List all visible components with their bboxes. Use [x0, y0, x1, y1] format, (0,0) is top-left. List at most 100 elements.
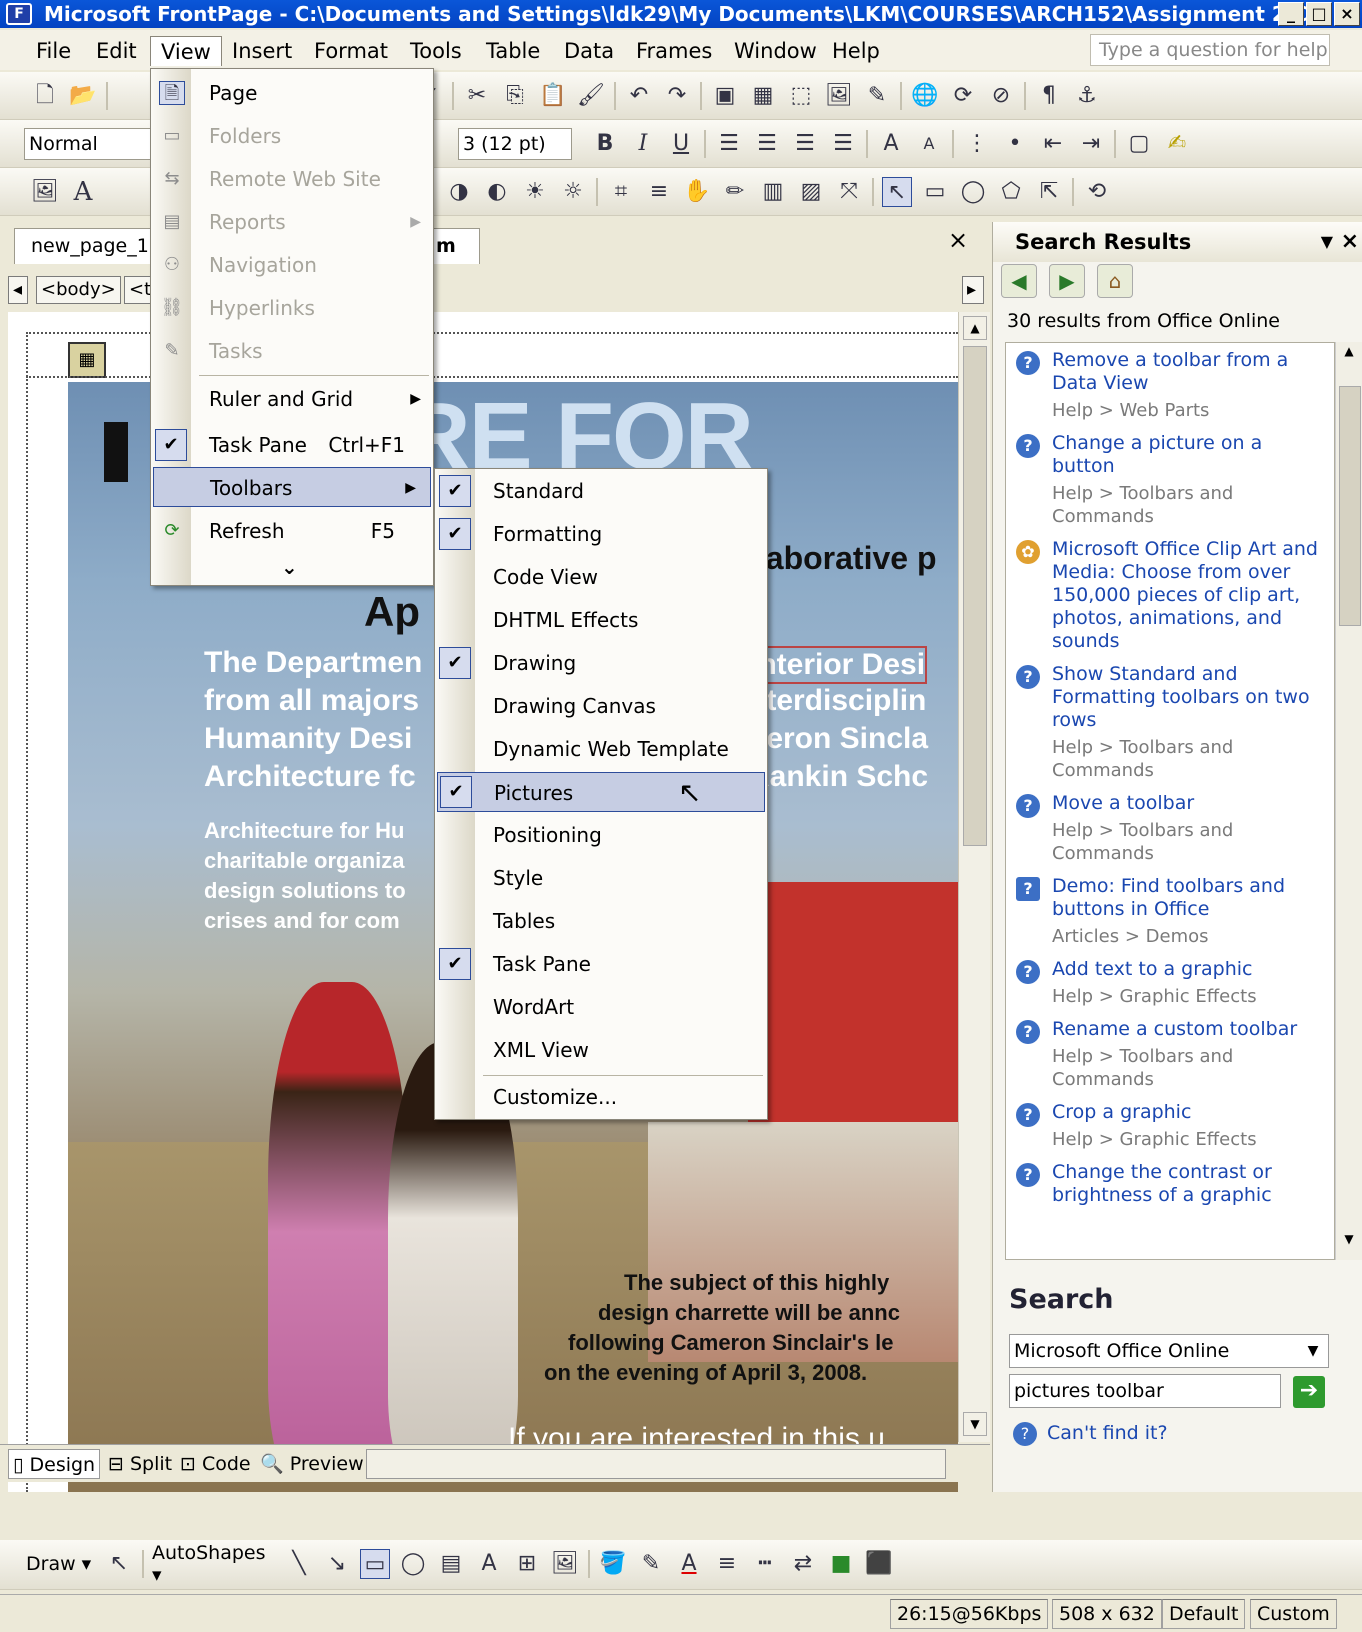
toolbar-item-drawing-canvas[interactable]: Drawing Canvas [435, 686, 769, 726]
toolbar-item-standard[interactable]: ✔ Standard [435, 471, 769, 511]
result-title[interactable]: Remove a toolbar from a Data View [1052, 349, 1326, 395]
results-scrollbar[interactable]: ▲ ▼ [1335, 342, 1362, 1260]
line-icon[interactable]: ╲ [284, 1549, 314, 1579]
format-painter-icon[interactable]: 🖌 [576, 81, 606, 111]
home-icon[interactable]: ⌂ [1097, 264, 1133, 298]
result-title[interactable]: Add text to a graphic [1052, 958, 1326, 981]
result-item[interactable]: ✿ Microsoft Office Clip Art and Media: Ch… [1006, 532, 1334, 657]
toolbar-item-drawing[interactable]: ✔ Drawing [435, 643, 769, 683]
cut-icon[interactable]: ✂ [462, 81, 492, 111]
scroll-up-icon[interactable]: ▲ [963, 316, 987, 340]
less-contrast-icon[interactable]: ◐ [482, 177, 512, 207]
redo-icon[interactable]: ↷ [662, 81, 692, 111]
insert-table-icon[interactable]: ▦ [748, 81, 778, 111]
menu-tools[interactable]: Tools [400, 36, 472, 66]
menu-expand-button[interactable]: ⌄ [151, 547, 435, 587]
menu-view[interactable]: View [150, 36, 222, 66]
toolbar-item-style[interactable]: Style [435, 858, 769, 898]
web-component-icon[interactable]: ▣ [710, 81, 740, 111]
menu-item-remote-web-site[interactable]: ⇆ Remote Web Site [151, 159, 435, 199]
menu-item-page[interactable]: 🗎 Page [151, 73, 435, 113]
select-objects-icon[interactable]: ↖ [104, 1549, 134, 1579]
oval-icon[interactable]: ◯ [398, 1549, 428, 1579]
toolbar-item-tables[interactable]: Tables [435, 901, 769, 941]
result-item[interactable]: ? Show Standard and Formatting toolbars o… [1006, 657, 1334, 786]
line-style-icon[interactable]: ≡ [712, 1549, 742, 1579]
resample-icon[interactable]: ⤧ [834, 177, 864, 207]
result-title[interactable]: Move a toolbar [1052, 792, 1326, 815]
result-title[interactable]: Rename a custom toolbar [1052, 1018, 1326, 1041]
result-title[interactable]: Show Standard and Formatting toolbars on… [1052, 663, 1326, 732]
menu-help[interactable]: Help [822, 36, 890, 66]
font-color-icon[interactable]: A [674, 1549, 704, 1579]
menu-file[interactable]: File [26, 36, 81, 66]
color-icon[interactable]: ▥ [758, 177, 788, 207]
scroll-thumb[interactable] [1339, 386, 1361, 626]
stop-icon[interactable]: ⊘ [986, 81, 1016, 111]
less-brightness-icon[interactable]: ☼ [558, 177, 588, 207]
font-size-dropdown[interactable]: 3 (12 pt) [458, 128, 572, 160]
tag-scroll-right-icon[interactable]: ▸ [962, 276, 984, 304]
result-item[interactable]: ? Demo: Find toolbars and buttons in Offi… [1006, 869, 1334, 952]
search-input[interactable]: pictures toolbar [1009, 1374, 1281, 1408]
align-right-icon[interactable]: ☰ [790, 129, 820, 159]
task-pane-close-icon[interactable]: × [1341, 222, 1359, 262]
toolbar-item-xml-view[interactable]: XML View [435, 1030, 769, 1070]
select-icon[interactable]: ↖ [882, 177, 912, 207]
open-icon[interactable]: 📂 [68, 81, 98, 111]
toolbar-item-dhtml-effects[interactable]: DHTML Effects [435, 600, 769, 640]
result-item[interactable]: ? Rename a custom toolbar Help > Toolbars … [1006, 1012, 1334, 1095]
hyperlink-icon[interactable]: 🌐 [910, 81, 940, 111]
arrow-style-icon[interactable]: ⇄ [788, 1549, 818, 1579]
polygonal-hotspot-icon[interactable]: ⬠ [996, 177, 1026, 207]
dash-style-icon[interactable]: ┅ [750, 1549, 780, 1579]
menu-item-task-pane[interactable]: ✔ Task Pane Ctrl+F1 [151, 425, 435, 465]
arrow-icon[interactable]: ↘ [322, 1549, 352, 1579]
result-item[interactable]: ? Change the contrast or brightness of a … [1006, 1155, 1334, 1211]
tag-body[interactable]: <body> [36, 276, 121, 304]
circular-hotspot-icon[interactable]: ◯ [958, 177, 988, 207]
fill-color-icon[interactable]: 🪣 [598, 1549, 628, 1579]
menu-edit[interactable]: Edit [86, 36, 147, 66]
tab-preview[interactable]: 🔍 Preview [256, 1449, 368, 1479]
3d-icon[interactable]: ⬛ [864, 1549, 894, 1579]
line-style-icon[interactable]: ≡ [644, 177, 674, 207]
maximize-button[interactable]: □ [1306, 2, 1332, 26]
search-scope-select[interactable]: Microsoft Office Online ▼ [1009, 1334, 1329, 1368]
borders-icon[interactable]: ▢ [1124, 129, 1154, 159]
bullets-icon[interactable]: • [1000, 129, 1030, 159]
restore-icon[interactable]: ⟲ [1082, 177, 1112, 207]
align-left-icon[interactable]: ☰ [714, 129, 744, 159]
insert-picture-icon[interactable]: 🖼 [824, 81, 854, 111]
menu-window[interactable]: Window [724, 36, 827, 66]
increase-indent-icon[interactable]: ⇥ [1076, 129, 1106, 159]
toolbar-item-wordart[interactable]: WordArt [435, 987, 769, 1027]
style-dropdown[interactable]: Normal [24, 128, 164, 160]
toolbar-item-task-pane[interactable]: ✔ Task Pane [435, 944, 769, 984]
tag-scroll-left-icon[interactable]: ◂ [8, 276, 28, 304]
result-title[interactable]: Demo: Find toolbars and buttons in Offic… [1052, 875, 1326, 921]
text-icon[interactable]: A [68, 177, 98, 207]
justify-icon[interactable]: ☰ [828, 129, 858, 159]
menu-data[interactable]: Data [554, 36, 624, 66]
show-all-icon[interactable]: ¶ [1034, 81, 1064, 111]
result-item[interactable]: ? Remove a toolbar from a Data View Help >… [1006, 343, 1334, 426]
menu-insert[interactable]: Insert [222, 36, 302, 66]
toolbar-item-positioning[interactable]: Positioning [435, 815, 769, 855]
task-pane-menu-icon[interactable]: ▼ [1321, 222, 1333, 262]
decrease-indent-icon[interactable]: ⇤ [1038, 129, 1068, 159]
rectangle-icon[interactable]: ▭ [360, 1549, 390, 1579]
menu-item-refresh[interactable]: ⟳ Refresh F5 [151, 511, 435, 551]
align-center-icon[interactable]: ☰ [752, 129, 782, 159]
highlight-icon[interactable]: ✍ [1162, 129, 1192, 159]
draw-menu-button[interactable]: Draw ▾ [26, 1553, 96, 1575]
scroll-up-icon[interactable]: ▲ [1338, 344, 1360, 366]
back-icon[interactable]: ◀ [1001, 264, 1037, 298]
scroll-down-icon[interactable]: ▼ [963, 1412, 987, 1436]
toolbar-item-customize[interactable]: Customize... [435, 1077, 769, 1117]
paste-icon[interactable]: 📋 [538, 81, 568, 111]
cant-find-link[interactable]: Can't find it? [1047, 1422, 1168, 1444]
menu-item-ruler-grid[interactable]: Ruler and Grid ▶ [151, 379, 435, 419]
numbering-icon[interactable]: ⋮ [962, 129, 992, 159]
shadow-icon[interactable]: ■ [826, 1549, 856, 1579]
